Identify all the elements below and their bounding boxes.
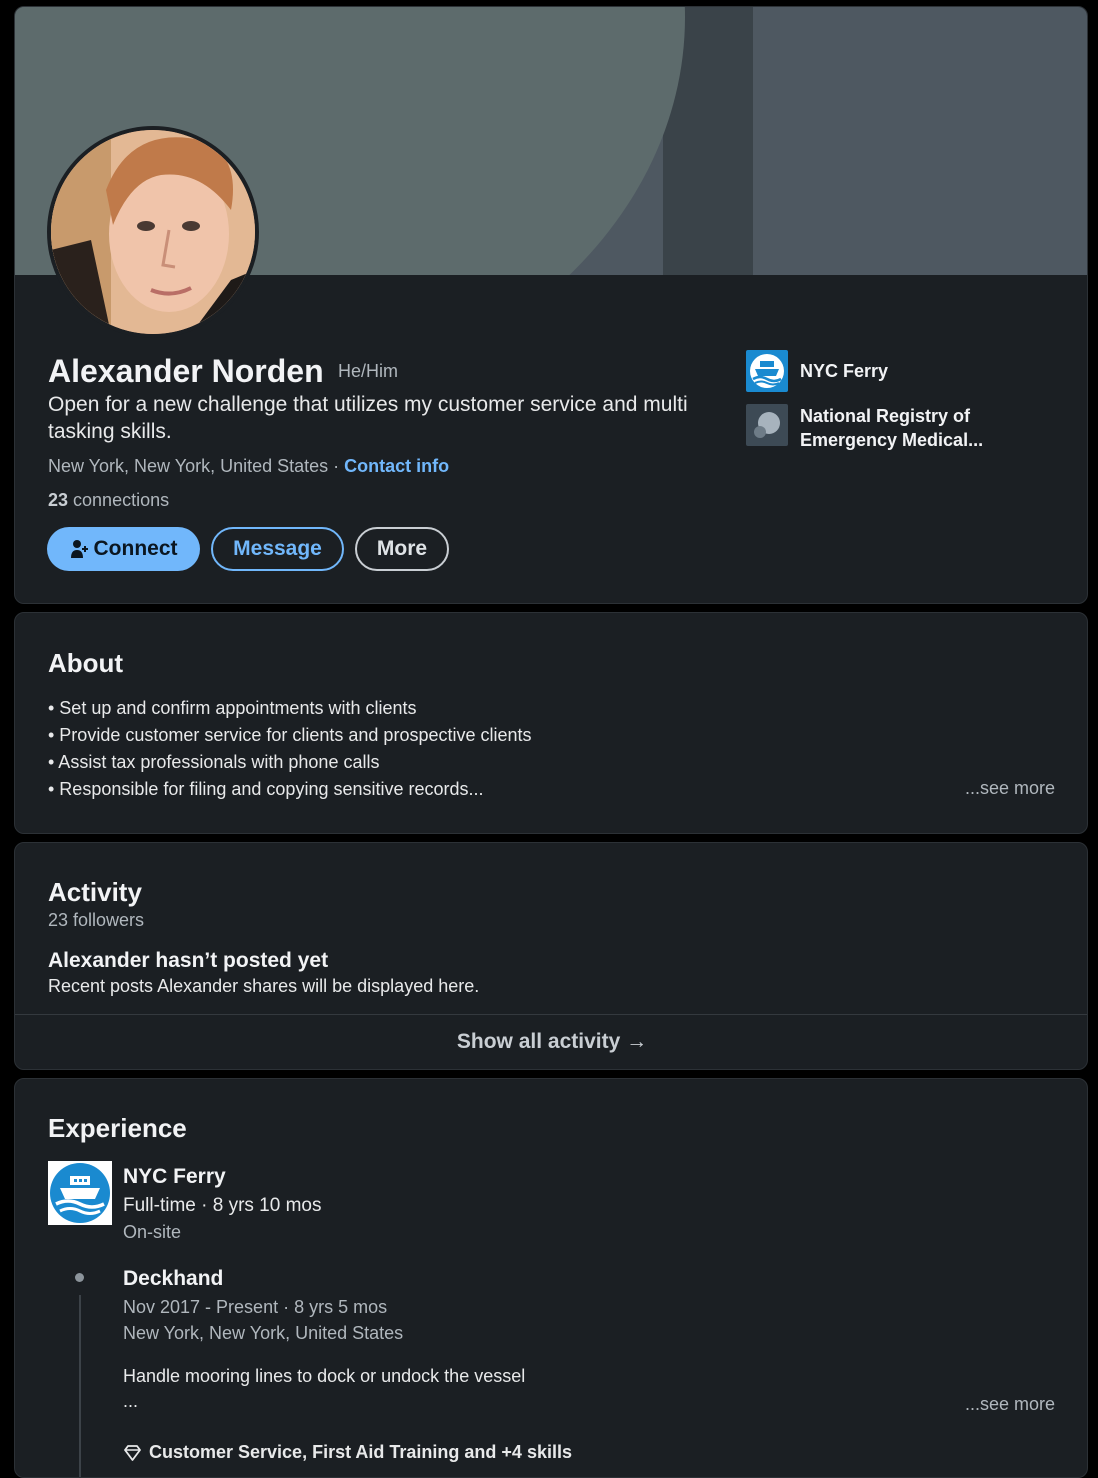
profile-location: New York, New York, United States bbox=[48, 456, 329, 476]
role-skills[interactable]: Customer Service, First Aid Training and… bbox=[123, 1442, 572, 1463]
activity-section: Activity 23 followers Alexander hasn’t p… bbox=[14, 842, 1088, 1070]
profile-name: Alexander Norden bbox=[48, 353, 324, 389]
show-all-activity-button[interactable]: Show all activity → bbox=[15, 1014, 1087, 1069]
diamond-icon bbox=[123, 1444, 149, 1461]
role-skills-label: Customer Service, First Aid Training and… bbox=[149, 1442, 572, 1462]
activity-empty-title: Alexander hasn’t posted yet bbox=[48, 949, 329, 972]
connections-count[interactable]: 23 connections bbox=[48, 490, 169, 511]
nyc-ferry-logo-icon bbox=[746, 350, 788, 392]
role-dates: Nov 2017 - Present · 8 yrs 5 mos bbox=[123, 1297, 388, 1317]
org-item-nyc-ferry[interactable]: NYC Ferry bbox=[746, 350, 888, 392]
experience-company[interactable]: NYC Ferry bbox=[123, 1165, 226, 1189]
timeline-line bbox=[79, 1295, 81, 1477]
about-line: • Provide customer service for clients a… bbox=[48, 725, 532, 745]
role-description-ellipsis: ... bbox=[123, 1391, 139, 1411]
connect-label: Connect bbox=[93, 537, 178, 560]
experience-employment: Full-time · 8 yrs 10 mos bbox=[123, 1195, 322, 1216]
add-person-icon bbox=[70, 539, 88, 559]
activity-title: Activity bbox=[48, 877, 142, 907]
about-title: About bbox=[48, 648, 124, 678]
nyc-ferry-logo-icon[interactable] bbox=[48, 1161, 112, 1225]
more-button[interactable]: More bbox=[355, 527, 449, 571]
profile-headline: Open for a new challenge that utilizes m… bbox=[48, 393, 688, 443]
about-text: • Set up and confirm appointments with c… bbox=[48, 695, 532, 803]
contact-info-link[interactable]: Contact info bbox=[344, 456, 449, 476]
about-section: About • Set up and confirm appointments … bbox=[14, 612, 1088, 834]
separator-dot: · bbox=[328, 456, 345, 476]
profile-location-line: New York, New York, United States · Cont… bbox=[48, 456, 449, 477]
message-button[interactable]: Message bbox=[211, 527, 344, 571]
about-see-more-button[interactable]: ...see more bbox=[965, 778, 1055, 799]
connect-button[interactable]: Connect bbox=[47, 527, 200, 571]
experience-section: Experience NYC Ferry Full-time · 8 yrs 1… bbox=[14, 1078, 1088, 1478]
role-title: Deckhand bbox=[123, 1267, 224, 1290]
profile-avatar[interactable] bbox=[47, 126, 259, 338]
connections-number: 23 bbox=[48, 490, 69, 510]
connections-label: connections bbox=[68, 490, 170, 510]
followers-count: 23 followers bbox=[48, 910, 145, 930]
experience-see-more-button[interactable]: ...see more bbox=[965, 1394, 1055, 1415]
role-location: New York, New York, United States bbox=[123, 1323, 404, 1343]
about-line: • Responsible for filing and copying sen… bbox=[48, 779, 484, 799]
org-name: National Registry of Emergency Medical..… bbox=[800, 406, 984, 450]
profile-top-card: Alexander Norden He/Him Open for a new c… bbox=[14, 6, 1088, 604]
role-description: Handle mooring lines to dock or undock t… bbox=[123, 1366, 526, 1386]
activity-empty-subtitle: Recent posts Alexander shares will be di… bbox=[48, 976, 480, 996]
org-item-nremt[interactable]: National Registry of Emergency Medical..… bbox=[746, 404, 1020, 452]
profile-pronouns: He/Him bbox=[338, 361, 399, 381]
experience-site: On-site bbox=[123, 1222, 182, 1242]
timeline-dot bbox=[75, 1273, 84, 1282]
org-name: NYC Ferry bbox=[800, 361, 889, 381]
nremt-logo-icon bbox=[746, 404, 788, 446]
experience-title: Experience bbox=[48, 1113, 187, 1143]
about-line: • Assist tax professionals with phone ca… bbox=[48, 752, 380, 772]
about-line: • Set up and confirm appointments with c… bbox=[48, 698, 417, 718]
